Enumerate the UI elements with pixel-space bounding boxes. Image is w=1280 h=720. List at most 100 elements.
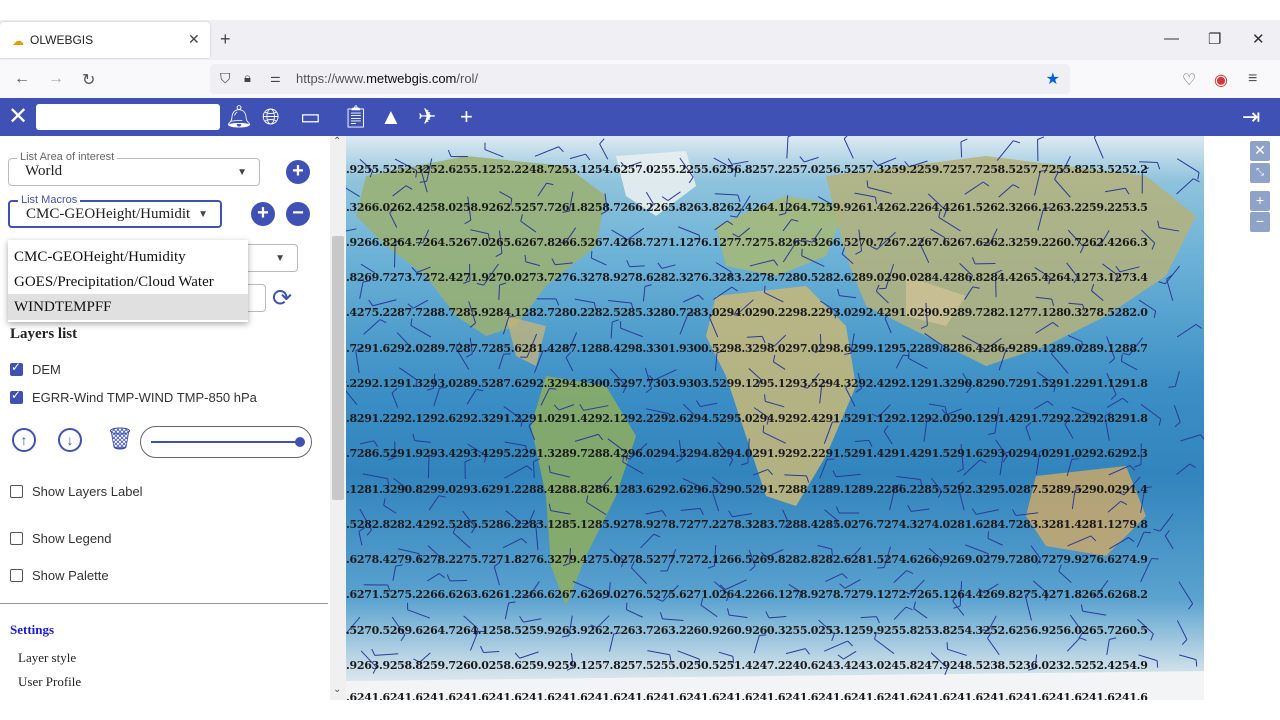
layer-style-link[interactable]: Layer style [18,650,76,666]
move-layer-up-icon[interactable]: ↑ [12,428,36,452]
bookmark-star-icon[interactable]: ★ [1046,69,1060,89]
wind-barb [1051,353,1069,374]
wind-barb [975,509,999,515]
wind-barb-flag [988,432,996,436]
opacity-slider[interactable] [140,426,312,458]
trash-icon[interactable]: 🗑︎ [106,426,134,452]
wind-barb [1034,400,1048,410]
wind-barb-flag [626,260,631,267]
wind-barb [410,325,432,338]
chevron-down-icon: ▼ [195,209,208,220]
wind-barb [1058,570,1072,583]
permissions-icon[interactable]: ⚌ [270,71,281,85]
logout-icon[interactable]: ⇥ [1242,103,1260,131]
area-select[interactable]: List Area of interest World ▼ [8,151,260,186]
macros-dropdown-menu: CMC-GEOHeight/Humidity GOES/Precipitatio… [8,240,248,322]
menu-icon[interactable]: ≡ [1248,70,1257,88]
remove-macro-button[interactable]: − [286,202,310,226]
wind-barb-flag [877,567,885,569]
panel-icon[interactable]: ▭ [300,103,321,131]
wind-barb-flag [1037,136,1045,140]
macros-select[interactable]: List Macros CMC-GEOHeight/Humidit ▼ [8,194,222,228]
wind-barb [498,285,500,300]
map-value-row: .1281.3290.8299.0293.6291.2288.4288.8286… [346,483,1148,496]
minimize-button[interactable]: — [1164,30,1179,47]
restore-button[interactable]: ❐ [1208,30,1221,48]
slider-knob[interactable] [295,437,305,447]
zoom-out-icon[interactable]: − [1250,212,1270,232]
shapes-icon[interactable]: ▲ [380,103,402,131]
wind-barb [700,604,718,618]
refresh-icon[interactable]: ⟳ [272,284,292,313]
add-macro-button[interactable]: + [251,202,275,226]
airplane-icon[interactable]: ✈ [418,103,436,131]
wind-barb [677,650,700,660]
plus-icon[interactable]: + [460,103,473,131]
show-legend-text: Show Legend [32,531,112,546]
zoom-in-icon[interactable]: + [1250,191,1270,211]
show-legend-checkbox[interactable] [10,532,23,545]
shield-icon[interactable]: ⛉ [220,70,231,87]
layer-label-egrr: EGRR-Wind TMP-WIND TMP-850 hPa [32,390,257,405]
layer-checkbox-dem[interactable] [10,360,23,376]
wind-barb [498,354,505,370]
window-close-button[interactable]: ✕ [1252,30,1265,48]
bell-icon[interactable]: 🔔︎ [225,103,253,131]
map-close-icon[interactable]: ✕ [1250,141,1270,161]
tab-close-icon[interactable]: ✕ [188,31,200,48]
wind-barb [346,187,360,197]
forward-arrow-icon[interactable]: → [48,70,64,88]
url-bar[interactable]: ⛉ 🔒︎ ⚌ https://www.metwebgis.com/rol/ ★ [210,64,1070,94]
macros-legend: List Macros [18,194,81,206]
clipboard-icon[interactable]: 📋︎ [342,103,370,131]
move-layer-down-icon[interactable]: ↓ [58,428,82,452]
map-shrink-icon[interactable]: ⤡ [1250,163,1270,183]
wind-barb-flag [832,470,837,477]
pocket-icon[interactable]: ♡ [1182,70,1196,90]
wind-barb-flag [841,573,848,579]
show-palette-checkbox[interactable] [10,569,23,582]
browser-nav-bar: ← → ↻ ⛉ 🔒︎ ⚌ https://www.metwebgis.com/r… [0,60,1280,98]
wind-barb [452,532,471,549]
reload-icon[interactable]: ↻ [82,70,95,90]
wind-barb-flag [741,462,749,466]
wind-barb-flag [1134,464,1142,468]
add-area-button[interactable]: + [286,160,310,184]
settings-heading[interactable]: Settings [10,622,54,638]
map-value-row: .8269.7273.7272.4271.9270.0273.7276.3278… [346,271,1148,284]
user-profile-link[interactable]: User Profile [18,674,81,690]
back-arrow-icon[interactable]: ← [14,70,30,88]
map-canvas[interactable]: .9255.5252.3252.6255.1252.2248.7253.1254… [346,136,1206,700]
new-tab-button[interactable]: + [220,29,231,50]
wind-barb-flag [1120,354,1123,362]
macros-value: CMC-GEOHeight/Humidit [26,206,191,222]
show-palette-text: Show Palette [32,568,109,583]
wind-barb-flag [787,136,792,138]
screen-record-icon[interactable]: ◉ [1214,70,1228,90]
url-text[interactable]: https://www.metwebgis.com/rol/ [296,71,478,86]
wind-barb [960,141,963,158]
dropdown-option[interactable]: GOES/Precipitation/Cloud Water [8,269,248,295]
side-panel-scrollbar[interactable]: ⌃ ⌄ [330,136,346,700]
lock-icon[interactable]: 🔒︎ [244,70,251,86]
dropdown-option[interactable]: CMC-GEOHeight/Humidity [8,244,248,270]
wind-barb [391,392,399,408]
wind-barb-flag [1189,463,1197,468]
wind-barb-flag [907,504,912,512]
wind-barb [732,513,753,518]
wind-barb [753,635,760,654]
dropdown-option-selected[interactable]: WINDTEMPFF [8,294,248,320]
toolbar-search-input[interactable] [36,104,220,130]
wind-barb-flag [412,433,416,441]
wind-barb-flag [508,601,516,604]
layer-checkbox-egrr[interactable] [10,388,23,404]
close-panel-icon[interactable]: ✕ [8,103,28,131]
layer-label-dem: DEM [32,362,61,377]
scrollbar-thumb[interactable] [332,236,344,500]
browser-tab[interactable]: ☁ OLWEBGIS ✕ [0,22,210,58]
show-layers-label-checkbox[interactable] [10,485,23,498]
scroll-up-icon[interactable]: ⌃ [333,136,341,147]
globe-icon[interactable]: 🌐︎ [262,103,280,131]
wind-barb-flag [1109,637,1117,640]
scroll-down-icon[interactable]: ⌄ [333,684,341,695]
